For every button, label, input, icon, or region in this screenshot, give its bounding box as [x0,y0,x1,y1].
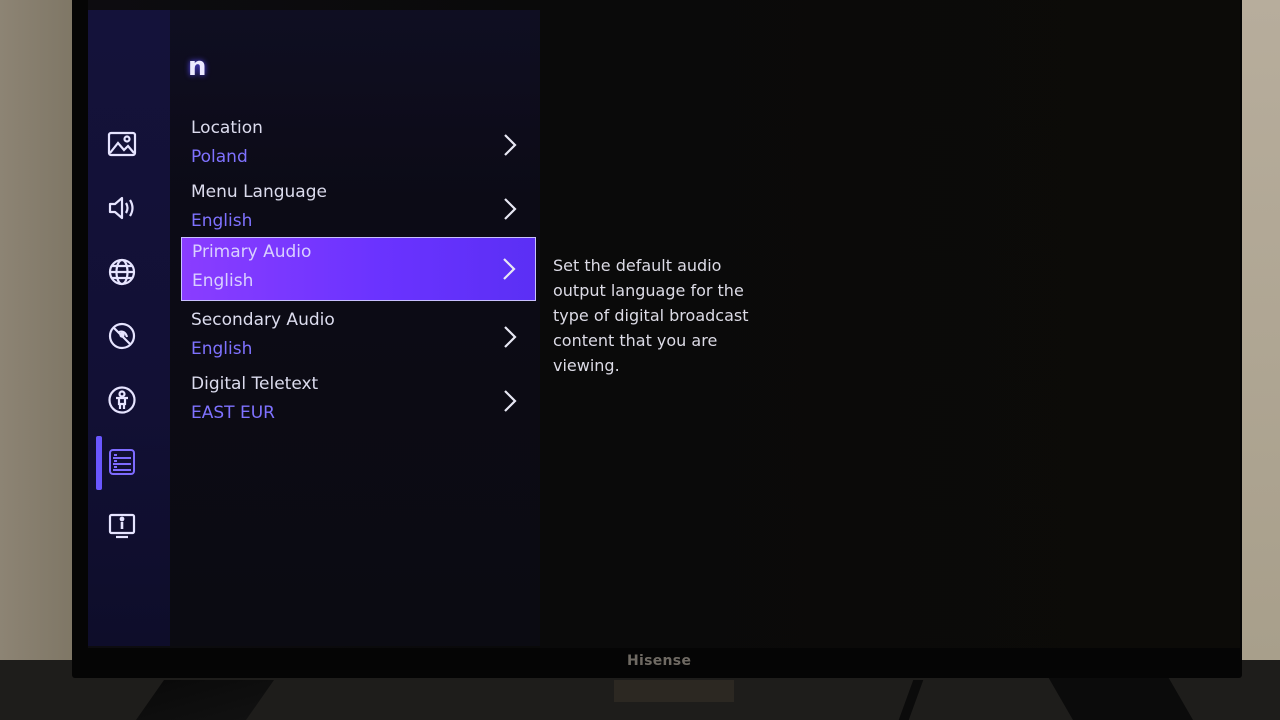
page-title: n [188,52,207,82]
menu-item-label: Location [191,118,263,138]
tv-leg-right [1047,675,1193,720]
menu-item-value: Poland [191,147,248,167]
chevron-right-icon [504,134,517,156]
chevron-right-icon [503,258,516,280]
picture-icon [107,131,137,157]
system-list-icon [109,449,135,475]
menu-item-value: EAST EUR [191,403,275,423]
tv-stand-base [614,680,734,702]
network-globe-icon [108,258,136,286]
menu-item-value: English [191,339,253,359]
sidebar-item-picture[interactable] [104,126,140,162]
menu-item-location[interactable]: Location Poland [181,114,536,178]
menu-item-label: Primary Audio [192,242,312,262]
sidebar-item-channels[interactable] [104,318,140,354]
menu-item-primary-audio[interactable]: Primary Audio English [181,237,536,301]
item-description: Set the default audio output language fo… [553,256,749,375]
support-info-icon [108,513,136,539]
channel-signal-icon [108,322,136,350]
sidebar-item-accessibility[interactable] [104,382,140,418]
accessibility-icon [108,386,136,414]
sidebar-item-network[interactable] [104,254,140,290]
sidebar-item-system[interactable] [104,444,140,480]
menu-item-label: Menu Language [191,182,327,202]
menu-item-value: English [192,271,254,291]
menu-item-label: Secondary Audio [191,310,335,330]
sidebar-item-sound[interactable] [104,190,140,226]
menu-item-digital-teletext[interactable]: Digital Teletext EAST EUR [181,370,536,434]
menu-item-secondary-audio[interactable]: Secondary Audio English [181,306,536,370]
menu-item-label: Digital Teletext [191,374,319,394]
chevron-right-icon [504,326,517,348]
chevron-right-icon [504,390,517,412]
menu-item-value: English [191,211,253,231]
chevron-right-icon [504,198,517,220]
tv-brand-logo: Hisense [627,653,692,669]
sidebar-item-support[interactable] [104,508,140,544]
menu-item-menu-language[interactable]: Menu Language English [181,178,536,242]
sidebar-active-indicator [96,436,102,490]
room-wall-right [1240,0,1280,660]
sound-icon [108,196,134,220]
